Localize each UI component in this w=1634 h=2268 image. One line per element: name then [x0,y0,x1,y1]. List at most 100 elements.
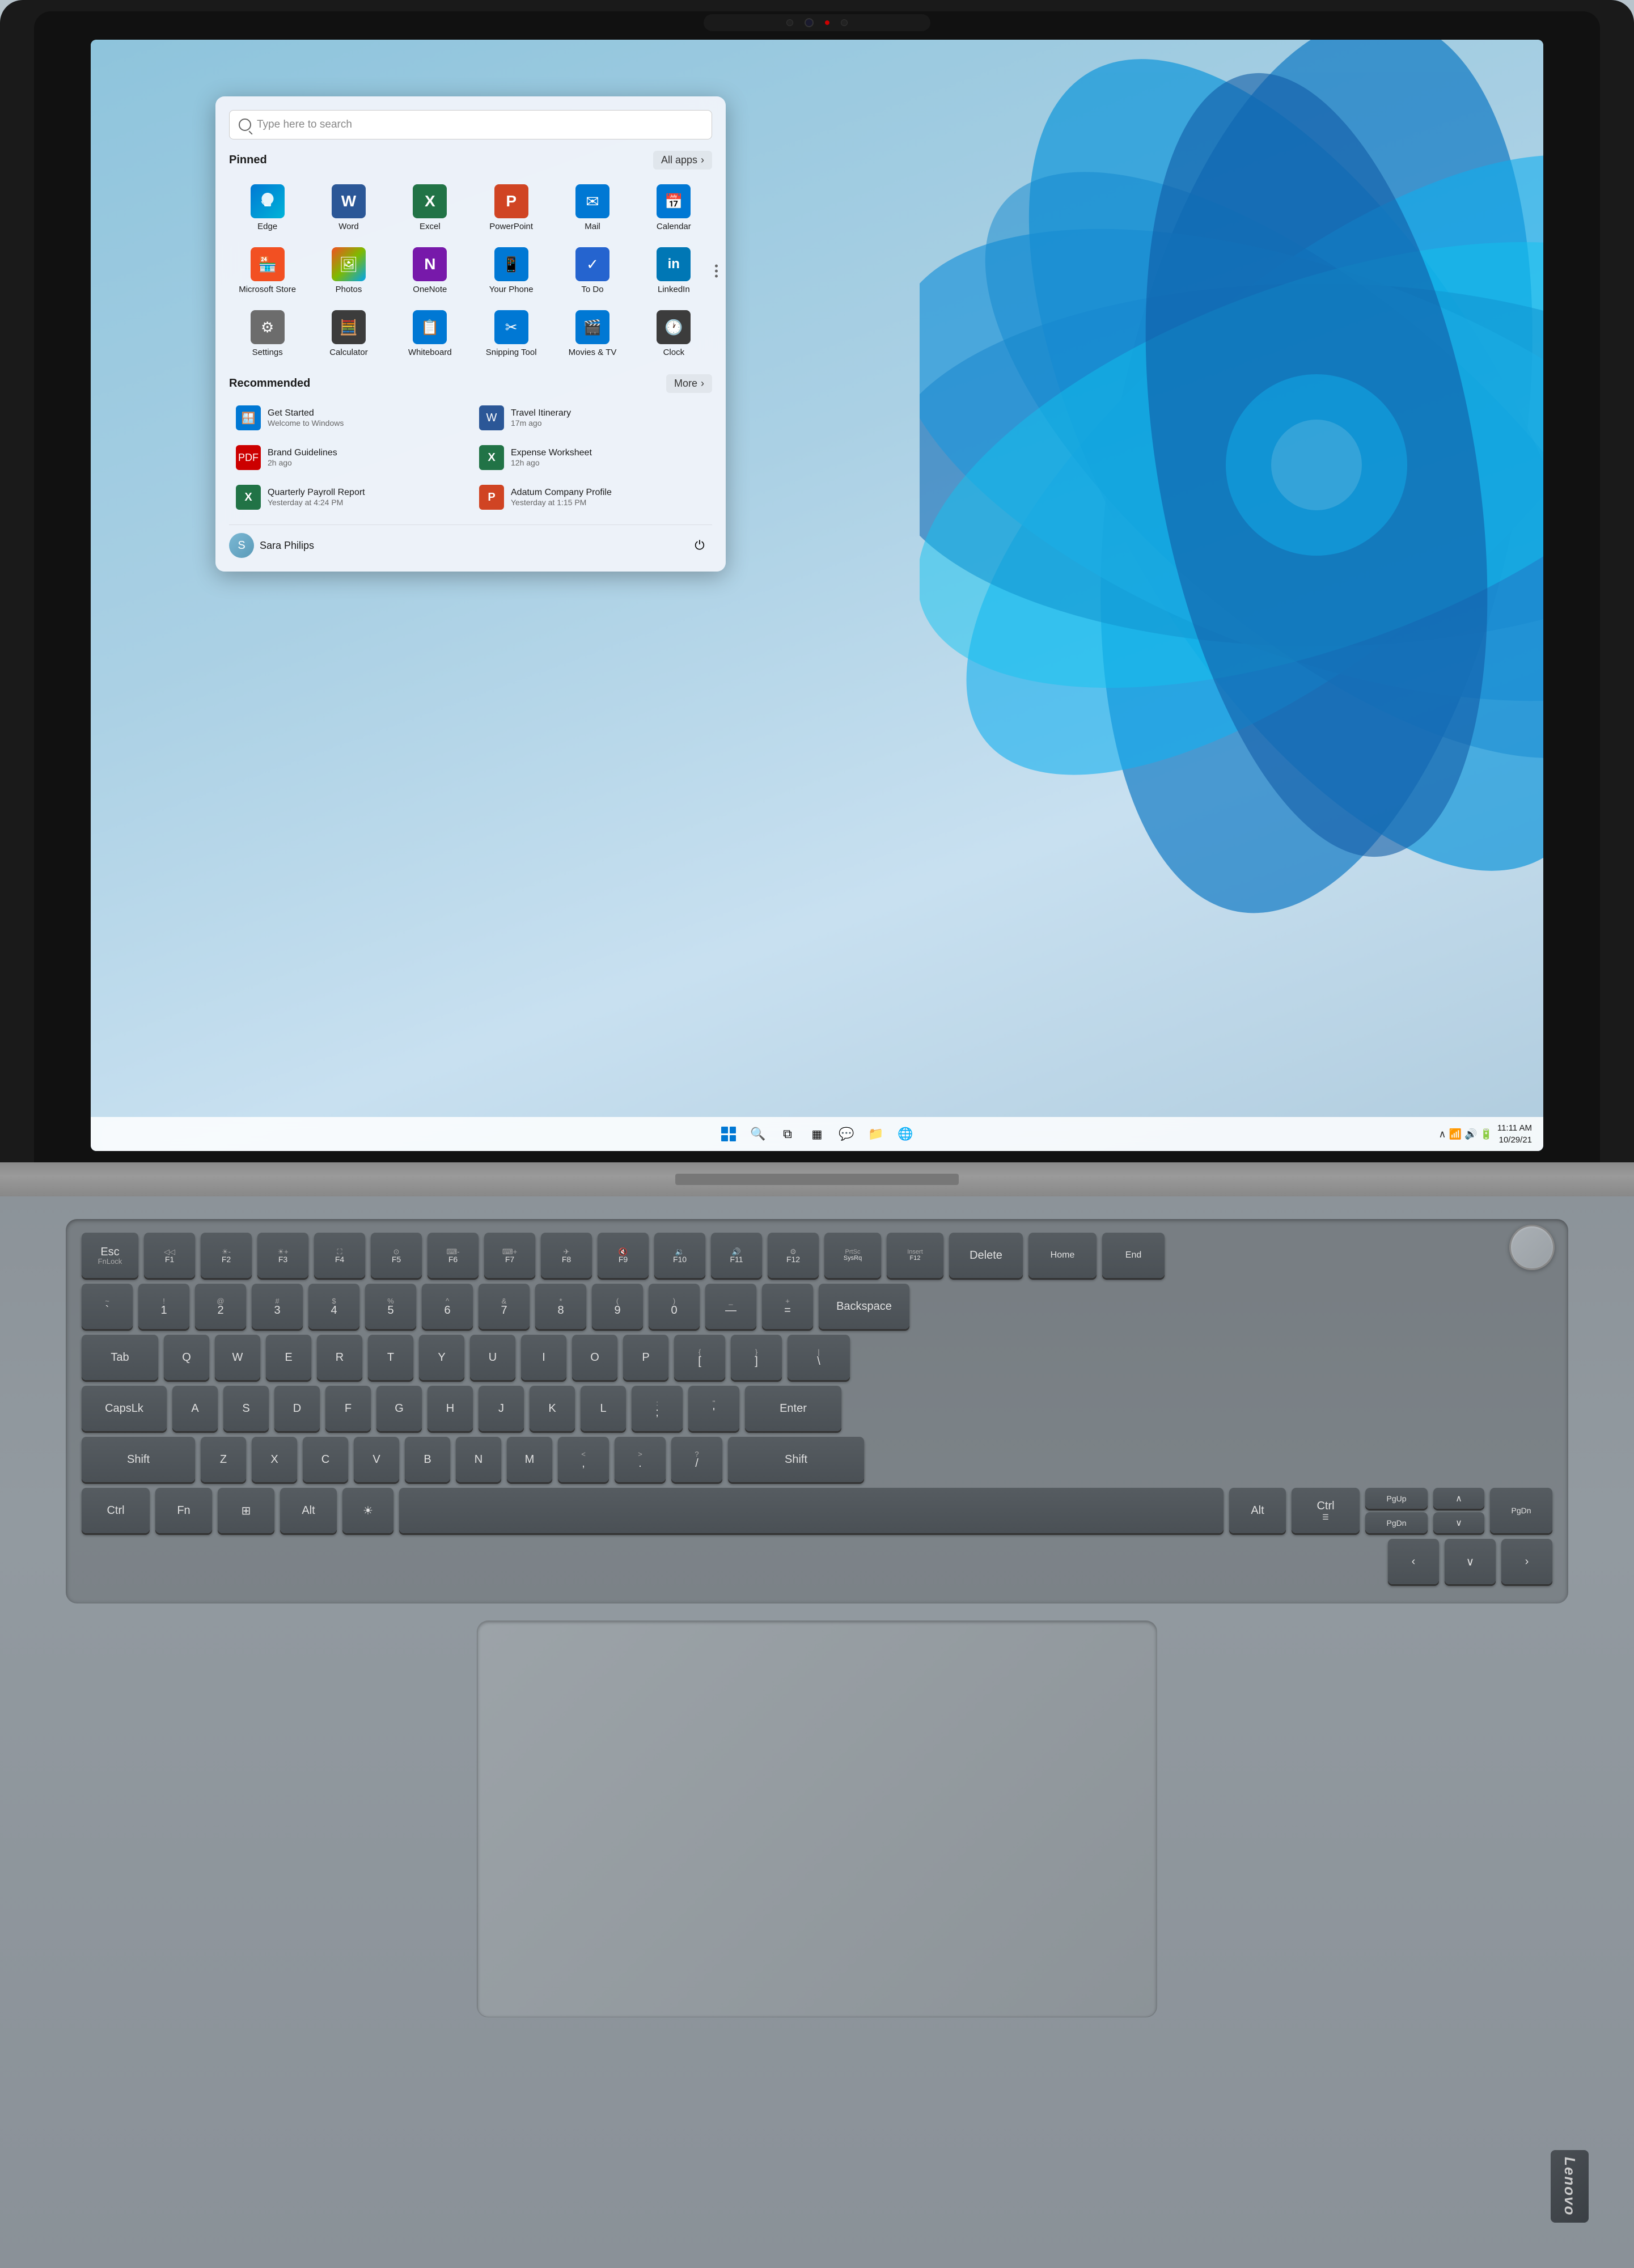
taskbar-chat[interactable]: 💬 [834,1122,859,1146]
key-shift-right[interactable]: Shift [728,1437,864,1482]
app-edge[interactable]: Edge [229,179,306,237]
key-f11[interactable]: 🔊F11 [711,1233,762,1278]
key-arrow-down2[interactable]: ∨ [1445,1539,1496,1584]
key-2[interactable]: @2 [195,1284,246,1329]
rec-payroll[interactable]: X Quarterly Payroll Report Yesterday at … [229,479,469,515]
key-v[interactable]: V [354,1437,399,1482]
search-bar[interactable]: Type here to search [229,110,712,139]
app-powerpoint[interactable]: P PowerPoint [473,179,549,237]
key-space[interactable] [399,1488,1224,1533]
key-f4[interactable]: ⛶F4 [314,1233,365,1278]
app-todo[interactable]: ✓ To Do [554,242,630,300]
key-5[interactable]: %5 [365,1284,416,1329]
app-settings[interactable]: ⚙ Settings [229,304,306,363]
key-b[interactable]: B [405,1437,450,1482]
app-mail[interactable]: ✉ Mail [554,179,630,237]
app-photos[interactable]: 🖼 Photos [310,242,387,300]
taskbar-start-button[interactable] [716,1122,741,1146]
app-linkedin[interactable]: in LinkedIn [636,242,712,300]
key-arrow-left[interactable]: ‹ [1388,1539,1439,1584]
app-movies[interactable]: 🎬 Movies & TV [554,304,630,363]
key-ctrl-left[interactable]: Ctrl [82,1488,150,1533]
app-snipping[interactable]: ✂ Snipping Tool [473,304,549,363]
app-calendar[interactable]: 📅 Calendar [636,179,712,237]
key-backslash[interactable]: |\ [788,1335,850,1380]
key-f[interactable]: F [325,1386,371,1431]
key-p[interactable]: P [623,1335,668,1380]
key-c[interactable]: C [303,1437,348,1482]
key-f1[interactable]: ◁◁F1 [144,1233,195,1278]
taskbar-task-view[interactable]: ⧉ [775,1122,800,1146]
taskbar-widgets[interactable]: ▦ [805,1122,829,1146]
key-mic[interactable]: ☀ [342,1488,393,1533]
rec-brand[interactable]: PDF Brand Guidelines 2h ago [229,439,469,476]
taskbar-edge[interactable]: 🌐 [893,1122,918,1146]
key-f6[interactable]: ⌨-F6 [427,1233,479,1278]
key-l[interactable]: L [581,1386,626,1431]
key-y[interactable]: Y [419,1335,464,1380]
key-pgdn[interactable]: PgDn [1365,1512,1428,1533]
key-8[interactable]: *8 [535,1284,586,1329]
key-f3[interactable]: ☀+F3 [257,1233,308,1278]
key-ctrl-right[interactable]: Ctrl ☰ [1292,1488,1360,1533]
key-g[interactable]: G [376,1386,422,1431]
key-r[interactable]: R [317,1335,362,1380]
key-q[interactable]: Q [164,1335,209,1380]
key-h[interactable]: H [427,1386,473,1431]
user-info[interactable]: S Sara Philips [229,533,314,558]
key-f9[interactable]: 🔇F9 [598,1233,649,1278]
key-period[interactable]: >. [615,1437,666,1482]
key-arrow-up[interactable]: ∧ [1433,1488,1484,1509]
rec-get-started[interactable]: 🪟 Get Started Welcome to Windows [229,400,469,436]
key-f7[interactable]: ⌨+F7 [484,1233,535,1278]
key-k[interactable]: K [530,1386,575,1431]
taskbar-search[interactable]: 🔍 [746,1122,771,1146]
key-comma[interactable]: <, [558,1437,609,1482]
key-f5[interactable]: ⊙F5 [371,1233,422,1278]
key-f8[interactable]: ✈F8 [541,1233,592,1278]
key-arrow-right[interactable]: › [1501,1539,1552,1584]
all-apps-button[interactable]: All apps › [653,151,712,170]
rec-adatum[interactable]: P Adatum Company Profile Yesterday at 1:… [472,479,712,515]
key-slash[interactable]: ?/ [671,1437,722,1482]
key-3[interactable]: #3 [252,1284,303,1329]
key-capslock[interactable]: CapsLk [82,1386,167,1431]
key-minus[interactable]: _— [705,1284,756,1329]
key-s[interactable]: S [223,1386,269,1431]
key-prtsc[interactable]: PrtSc SysRq [824,1233,881,1278]
key-rbracket[interactable]: }] [731,1335,782,1380]
key-0[interactable]: )0 [649,1284,700,1329]
key-insert[interactable]: Insert F12 [887,1233,943,1278]
key-fn[interactable]: Fn [155,1488,212,1533]
more-button[interactable]: More › [666,374,712,393]
rec-travel[interactable]: W Travel Itinerary 17m ago [472,400,712,436]
key-6[interactable]: ^6 [422,1284,473,1329]
key-w[interactable]: W [215,1335,260,1380]
key-pgup[interactable]: PgUp [1365,1488,1428,1509]
key-u[interactable]: U [470,1335,515,1380]
key-backspace[interactable]: Backspace [819,1284,909,1329]
key-delete[interactable]: Delete [949,1233,1023,1278]
taskbar-clock[interactable]: 11:11 AM 10/29/21 [1497,1122,1532,1146]
key-backtick[interactable]: ~` [82,1284,133,1329]
app-calculator[interactable]: 🧮 Calculator [310,304,387,363]
key-lbracket[interactable]: {[ [674,1335,725,1380]
key-alt-left[interactable]: Alt [280,1488,337,1533]
power-button[interactable]: ⏻ [687,533,712,558]
app-yourphone[interactable]: 📱 Your Phone [473,242,549,300]
key-9[interactable]: (9 [592,1284,643,1329]
key-semicolon[interactable]: :; [632,1386,683,1431]
key-f12[interactable]: ⚙F12 [768,1233,819,1278]
key-o[interactable]: O [572,1335,617,1380]
app-store[interactable]: 🏪 Microsoft Store [229,242,306,300]
key-arrow-down[interactable]: ∨ [1433,1512,1484,1533]
app-word[interactable]: W Word [310,179,387,237]
key-7[interactable]: &7 [479,1284,530,1329]
key-enter[interactable]: Enter [745,1386,841,1431]
touchpad[interactable] [477,1620,1157,2017]
key-home[interactable]: Home [1028,1233,1097,1278]
key-esc[interactable]: Esc FnLock [82,1233,138,1278]
key-tab[interactable]: Tab [82,1335,158,1380]
app-onenote[interactable]: N OneNote [392,242,468,300]
key-j[interactable]: J [479,1386,524,1431]
